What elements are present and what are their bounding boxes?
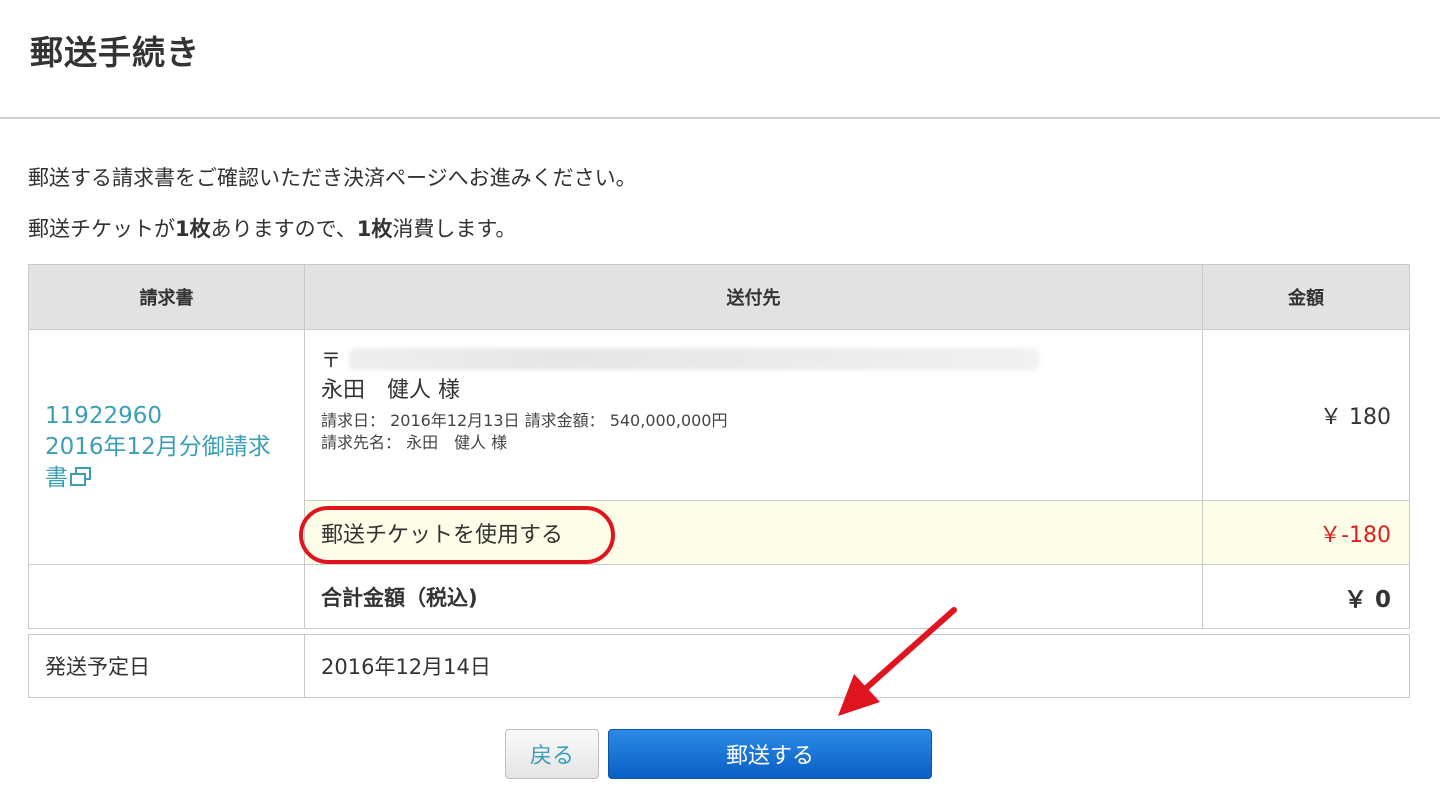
ticket-consume-count: 1枚 (356, 217, 393, 241)
highlight-circle (299, 506, 615, 564)
redacted-address (349, 348, 1039, 370)
header-amount: 金額 (1202, 264, 1410, 330)
ticket-notice-suffix: 消費します。 (392, 217, 517, 241)
back-button[interactable]: 戻る (505, 729, 599, 779)
intro-text: 郵送する請求書をご確認いただき決済ページへお進みください。 (28, 166, 637, 190)
shipping-date-label: 発送予定日 (28, 634, 305, 698)
total-empty-cell (28, 564, 305, 629)
external-window-icon[interactable] (70, 466, 92, 487)
ticket-count: 1枚 (175, 217, 211, 241)
ticket-cell: 郵送チケットを使用する (299, 500, 1203, 565)
recipient-name: 永田 健人 様 (321, 378, 460, 403)
invoice-cell: 11922960 2016年12月分御請求書 (28, 329, 305, 565)
billing-name: 請求先名： 永田 健人 様 (321, 433, 508, 452)
header-invoice: 請求書 (28, 264, 305, 330)
ticket-amount: ￥-180 (1202, 500, 1410, 565)
total-label: 合計金額（税込) (304, 564, 1203, 629)
header-destination: 送付先 (304, 264, 1203, 330)
invoice-link[interactable]: 11922960 2016年12月分御請求書 (45, 403, 271, 491)
page-title: 郵送手続き (30, 33, 200, 72)
total-amount: ￥ 0 (1202, 564, 1410, 629)
ticket-notice-prefix: 郵送チケットが (28, 217, 175, 241)
title-divider (0, 117, 1440, 119)
invoice-number[interactable]: 11922960 (45, 403, 162, 429)
shipping-table: 発送予定日 2016年12月14日 (28, 634, 1410, 698)
destination-cell: 〒 永田 健人 様 請求日： 2016年12月13日 請求金額： 540,000… (304, 329, 1203, 501)
shipping-row: 発送予定日 2016年12月14日 (28, 634, 1410, 698)
postage-amount: ￥ 180 (1202, 329, 1410, 501)
total-row: 合計金額（税込) ￥ 0 (28, 564, 1410, 629)
ticket-notice-mid: ありますので、 (210, 217, 357, 241)
invoice-detail: 請求日： 2016年12月13日 請求金額： 540,000,000円 (321, 411, 728, 430)
invoice-table: 請求書 送付先 金額 11922960 2016年12月分御請求書 〒 永田 健人… (28, 264, 1410, 629)
ticket-notice: 郵送チケットが1枚ありますので、1枚消費します。 (28, 213, 516, 243)
postal-mark: 〒 (321, 348, 341, 372)
table-row: 11922960 2016年12月分御請求書 〒 永田 健人 様 請求日： 201… (28, 329, 1410, 565)
invoice-table-header: 請求書 送付先 金額 (28, 264, 1410, 330)
arrow-annotation-icon (838, 607, 957, 716)
send-button[interactable]: 郵送する (608, 729, 932, 779)
